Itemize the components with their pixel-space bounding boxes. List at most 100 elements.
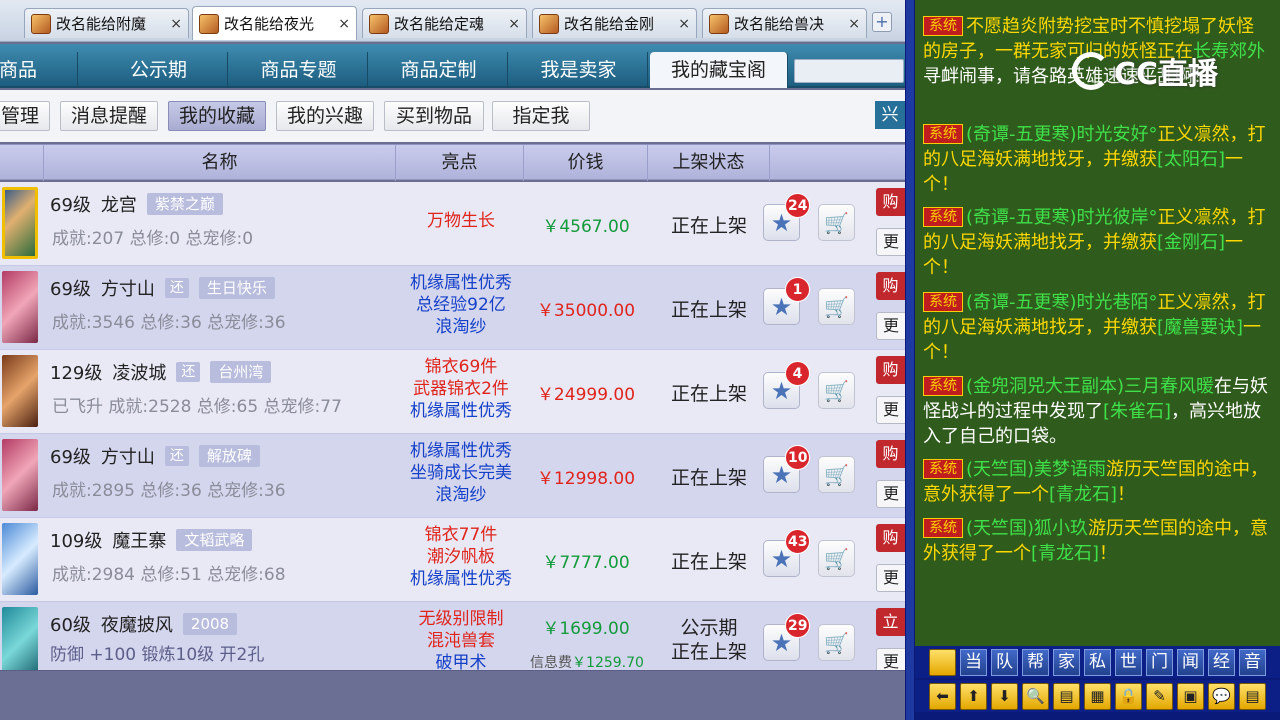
more-button[interactable]: 更: [876, 228, 905, 256]
add-tab-button[interactable]: +: [872, 12, 892, 32]
row-title: 69级 方寸山还解放碑: [50, 444, 260, 468]
emote-icon[interactable]: [929, 648, 956, 676]
character-avatar[interactable]: [2, 271, 38, 343]
chat-tool-icon[interactable]: ✎: [1146, 682, 1173, 710]
cart-icon[interactable]: 🛒: [818, 540, 855, 577]
channel-button[interactable]: 帮: [1022, 648, 1049, 676]
more-button[interactable]: 更: [876, 480, 905, 508]
chat-tool-icon[interactable]: 💬: [1208, 682, 1235, 710]
channel-button[interactable]: 家: [1053, 648, 1080, 676]
cart-icon[interactable]: 🛒: [818, 624, 855, 661]
window-tab[interactable]: 改名能给兽决 ×: [702, 8, 867, 38]
window-tab[interactable]: 改名能给定魂 ×: [362, 8, 527, 38]
server-tag: 台州湾: [210, 361, 272, 383]
nav-tab[interactable]: 我是卖家: [510, 52, 648, 88]
buy-button[interactable]: 购: [876, 188, 905, 216]
listing-status: 公示期 正在上架: [650, 616, 768, 664]
character-avatar[interactable]: [2, 187, 38, 259]
buy-button[interactable]: 立: [876, 608, 905, 636]
cart-icon[interactable]: 🛒: [818, 288, 855, 325]
chat-tool-icon[interactable]: 🔍: [1022, 682, 1049, 710]
character-avatar[interactable]: [2, 523, 38, 595]
channel-button[interactable]: 世: [1115, 648, 1142, 676]
chat-tool-icon[interactable]: ⬅: [929, 682, 956, 710]
nav-tab[interactable]: 览商品: [0, 52, 78, 88]
table-row[interactable]: 129级 凌波城还台州湾 已飞升 成就:2528 总修:65 总宠修:77 锦衣69件…: [0, 350, 905, 434]
highlight-text: 混沌兽套: [427, 631, 495, 651]
system-tag: 系统: [923, 376, 963, 396]
chat-log: 系统 不愿趋炎附势挖宝时不慎挖塌了妖怪的房子，一群无家可归的妖怪正在长寿郊外寻衅闹…: [915, 0, 1280, 646]
close-icon[interactable]: ×: [338, 16, 350, 32]
sub-nav-button[interactable]: 指定我: [492, 101, 590, 131]
table-row[interactable]: 109级 魔王寨 文韬武略 成就:2984 总修:51 总宠修:68 锦衣77件 潮汐帆板…: [0, 518, 905, 602]
buy-button[interactable]: 购: [876, 524, 905, 552]
chat-scrollbar[interactable]: [906, 0, 914, 720]
window-tab[interactable]: 改名能给金刚 ×: [532, 8, 697, 38]
channel-button[interactable]: 音: [1239, 648, 1266, 676]
sub-nav-button[interactable]: 我的兴趣: [276, 101, 374, 131]
chat-tool-icon[interactable]: ▤: [1239, 682, 1266, 710]
sub-nav-button[interactable]: 我的收藏: [168, 101, 266, 131]
channel-button[interactable]: 当: [960, 648, 987, 676]
highlight-text: 机缘属性优秀: [410, 569, 512, 589]
chat-tool-icon[interactable]: ⬇: [991, 682, 1018, 710]
table-row[interactable]: 69级 方寸山还生日快乐 成就:3546 总修:36 总宠修:36 机缘属性优秀 总经验…: [0, 266, 905, 350]
channel-button[interactable]: 闻: [1177, 648, 1204, 676]
nav-tab[interactable]: 我的藏宝阁: [650, 52, 788, 88]
nav-tab[interactable]: 商品定制: [370, 52, 508, 88]
highlight-text: 锦衣69件: [424, 357, 498, 377]
character-avatar[interactable]: [2, 439, 38, 511]
cart-icon[interactable]: 🛒: [818, 456, 855, 493]
price-value: ￥24999.00: [536, 385, 636, 405]
search-input[interactable]: [794, 59, 904, 83]
chat-tool-icon[interactable]: ▤: [1053, 682, 1080, 710]
chat-message: 系统 (天竺国)美梦语雨游历天竺国的途中，意外获得了一个[青龙石]！: [923, 457, 1271, 507]
buy-button[interactable]: 购: [876, 356, 905, 384]
character-avatar[interactable]: [2, 607, 38, 670]
buy-button[interactable]: 购: [876, 440, 905, 468]
table-row[interactable]: 69级 龙宫 紫禁之巅 成就:207 总修:0 总宠修:0 万物生长 ￥4567.00 正在…: [0, 182, 905, 266]
more-button[interactable]: 更: [876, 564, 905, 592]
window-tab[interactable]: 改名能给附魔 ×: [24, 8, 189, 38]
chat-tool-icon[interactable]: ▣: [1177, 682, 1204, 710]
sub-nav-button[interactable]: 消息提醒: [60, 101, 158, 131]
nav-tab[interactable]: 商品专题: [230, 52, 368, 88]
sub-nav-button[interactable]: 买到物品: [384, 101, 484, 131]
channel-button[interactable]: 私: [1084, 648, 1111, 676]
cart-icon[interactable]: 🛒: [818, 204, 855, 241]
more-button[interactable]: 更: [876, 312, 905, 340]
chat-tool-icon[interactable]: ▦: [1084, 682, 1111, 710]
window-tab-label: 改名能给金刚: [564, 15, 655, 33]
row-stats: 成就:2984 总修:51 总宠修:68: [52, 565, 286, 585]
sub-nav-overflow-button[interactable]: 兴: [875, 101, 905, 129]
header-name: 名称: [44, 145, 396, 181]
character-avatar[interactable]: [2, 355, 38, 427]
close-icon[interactable]: ×: [848, 16, 860, 32]
channel-button[interactable]: 队: [991, 648, 1018, 676]
tab-avatar-icon: [31, 13, 51, 34]
close-icon[interactable]: ×: [508, 16, 520, 32]
nav-tab[interactable]: 公示期: [90, 52, 228, 88]
channel-button[interactable]: 经: [1208, 648, 1235, 676]
chat-tool-bar: ⬅ ⬆ ⬇ 🔍 ▤ ▦ 🔒 ✎ ▣ 💬 ▤: [915, 680, 1280, 712]
more-button[interactable]: 更: [876, 648, 905, 670]
close-icon[interactable]: ×: [170, 16, 182, 32]
price-value: ￥4567.00: [542, 217, 630, 237]
window-tab[interactable]: 改名能给夜光 ×: [192, 6, 357, 40]
table-row[interactable]: 60级夜魔披风2008防御 +100 锻炼10级 开2孔敏捷 -8 灵力 +60…: [0, 602, 905, 670]
more-button[interactable]: 更: [876, 396, 905, 424]
favorite-count-badge: 43: [785, 529, 811, 554]
huan-badge: 还: [164, 446, 189, 466]
sub-nav-button[interactable]: 管理: [0, 101, 50, 131]
status-text: 正在上架: [670, 551, 747, 573]
chat-tool-icon[interactable]: ⬆: [960, 682, 987, 710]
cart-icon[interactable]: 🛒: [818, 372, 855, 409]
server-tag: 文韬武略: [176, 529, 253, 551]
channel-button[interactable]: 门: [1146, 648, 1173, 676]
buy-button[interactable]: 购: [876, 272, 905, 300]
close-icon[interactable]: ×: [678, 16, 690, 32]
price-value: ￥35000.00: [536, 301, 636, 321]
tab-avatar-icon: [369, 13, 389, 34]
table-row[interactable]: 69级 方寸山还解放碑 成就:2895 总修:36 总宠修:36 机缘属性优秀 坐骑成长…: [0, 434, 905, 518]
chat-tool-icon[interactable]: 🔒: [1115, 682, 1142, 710]
